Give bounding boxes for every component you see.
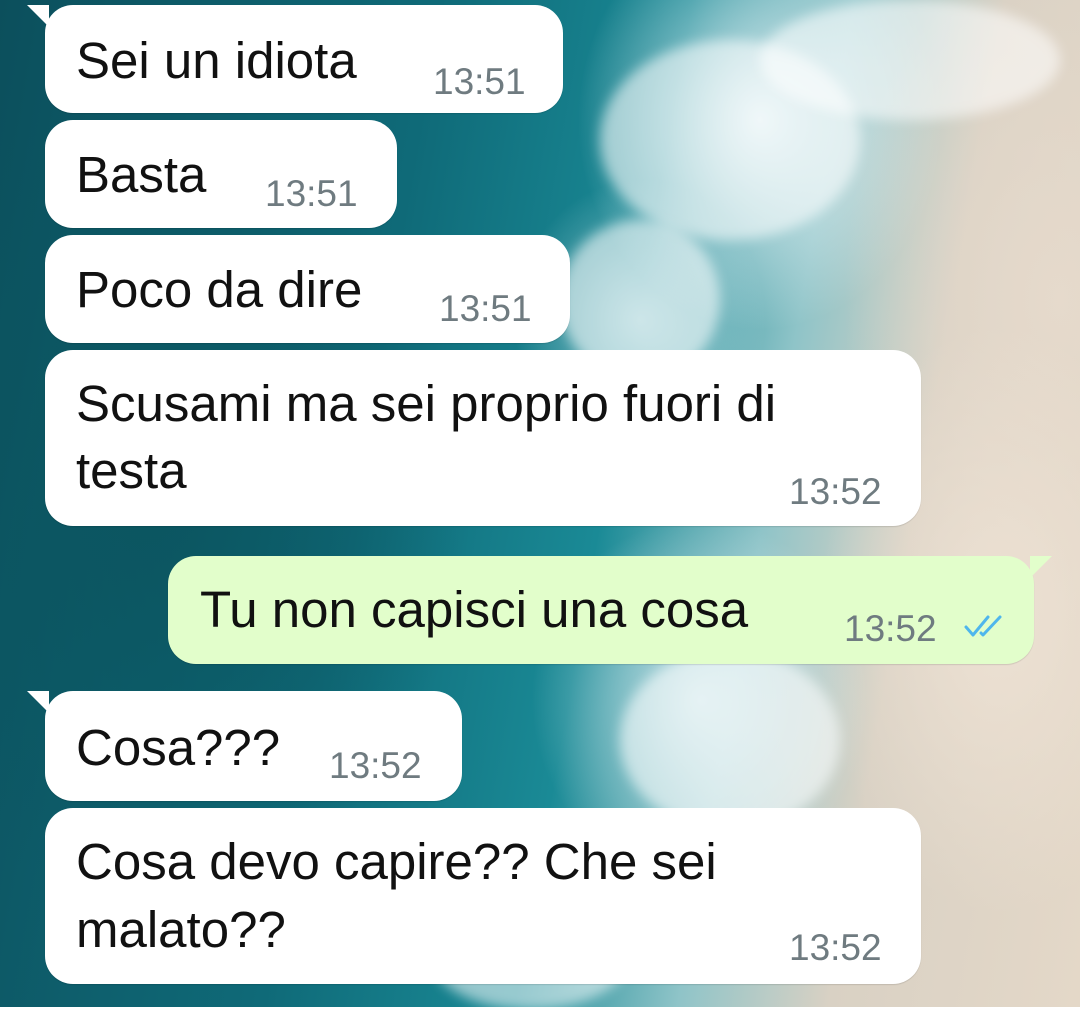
bubble-tail	[27, 691, 49, 713]
double-check-icon	[964, 615, 1002, 637]
message-text: Tu non capisci una cosa	[200, 581, 749, 638]
incoming-message[interactable]: Poco da dire 13:51	[45, 235, 570, 343]
message-timestamp: 13:51	[433, 61, 526, 102]
message-text: testa	[76, 442, 187, 499]
message-text: Basta	[76, 146, 207, 203]
message-text: malato??	[76, 901, 286, 958]
message-text: Cosa devo capire?? Che sei	[76, 833, 717, 890]
message-timestamp: 13:52	[789, 471, 882, 512]
outgoing-message[interactable]: Tu non capisci una cosa 13:52	[168, 556, 1052, 664]
message-text: Poco da dire	[76, 261, 363, 318]
message-timestamp: 13:51	[439, 288, 532, 329]
incoming-message[interactable]: Cosa??? 13:52	[27, 691, 462, 801]
incoming-message[interactable]: Cosa devo capire?? Che sei malato?? 13:5…	[45, 808, 921, 984]
incoming-message[interactable]: Sei un idiota 13:51	[27, 5, 563, 113]
message-timestamp: 13:51	[265, 173, 358, 214]
message-timestamp: 13:52	[789, 927, 882, 968]
bubble-tail	[27, 5, 49, 27]
incoming-message[interactable]: Scusami ma sei proprio fuori di testa 13…	[45, 350, 921, 526]
bubble-tail	[1030, 556, 1052, 578]
message-text: Cosa???	[76, 719, 281, 776]
message-text: Scusami ma sei proprio fuori di	[76, 375, 777, 432]
message-timestamp: 13:52	[329, 745, 422, 786]
message-timestamp: 13:52	[844, 608, 937, 649]
incoming-message[interactable]: Basta 13:51	[45, 120, 397, 228]
message-text: Sei un idiota	[76, 32, 357, 89]
